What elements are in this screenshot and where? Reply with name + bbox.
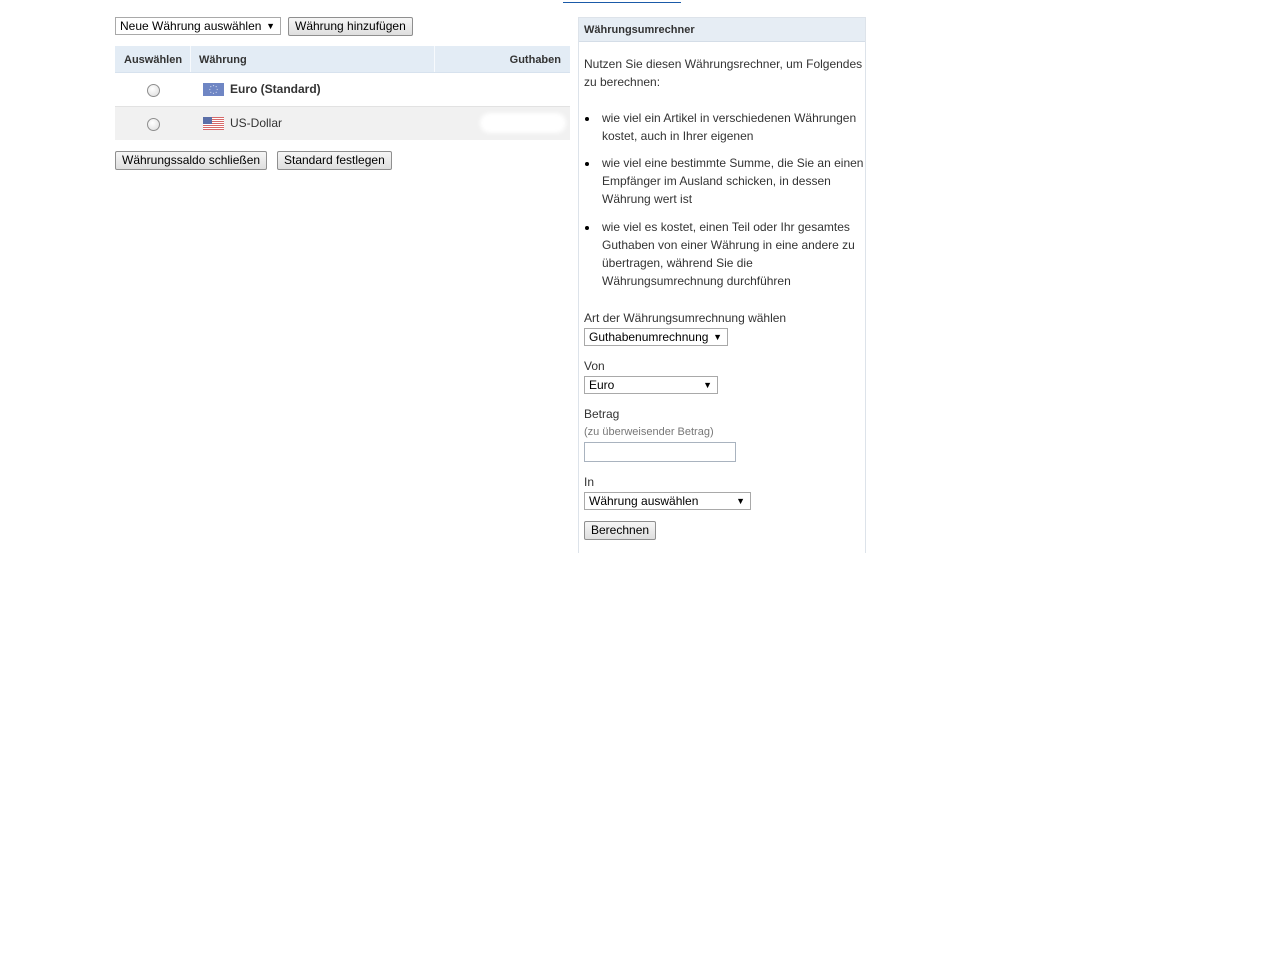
amount-hint: (zu überweisender Betrag)	[584, 426, 714, 438]
chevron-down-icon: ▼	[703, 380, 712, 390]
to-label: In	[584, 475, 595, 489]
header-currency: Währung	[199, 54, 247, 66]
header-divider	[190, 46, 191, 72]
top-link-underline[interactable]	[563, 0, 681, 3]
table-row[interactable]: US-Dollar	[115, 106, 570, 140]
from-label: Von	[584, 359, 605, 373]
add-currency-button[interactable]: Währung hinzufügen	[288, 17, 413, 36]
eu-flag-icon	[203, 83, 224, 96]
select-radio[interactable]	[147, 118, 160, 131]
chevron-down-icon: ▼	[736, 496, 745, 506]
currency-table: Auswählen Währung Guthaben Euro (Standar…	[115, 46, 570, 140]
amount-label: Betrag	[584, 407, 620, 421]
new-currency-select-value: Neue Währung auswählen	[120, 19, 262, 33]
converter-bullet: wie viel eine bestimmte Summe, die Sie a…	[602, 156, 864, 206]
calculate-button[interactable]: Berechnen	[584, 521, 657, 540]
table-header: Auswählen Währung Guthaben	[115, 46, 570, 73]
table-row[interactable]: Euro (Standard)	[115, 73, 570, 106]
converter-bullet: wie viel es kostet, einen Teil oder Ihr …	[602, 220, 855, 288]
chevron-down-icon: ▼	[266, 21, 275, 31]
new-currency-select[interactable]: Neue Währung auswählen ▼	[115, 17, 281, 35]
converter-intro: Nutzen Sie diesen Währungsrechner, um Fo…	[584, 57, 863, 89]
from-currency-value: Euro	[589, 378, 615, 392]
converter-title: Währungsumrechner	[579, 18, 865, 42]
header-divider	[434, 46, 435, 72]
redacted-balance	[480, 113, 566, 133]
conversion-type-label: Art der Währungsumrechnung wählen	[584, 311, 787, 325]
currency-name: Euro (Standard)	[230, 82, 321, 96]
currency-converter-panel: Währungsumrechner Nutzen Sie diesen Währ…	[578, 17, 866, 553]
bullet-dot	[585, 162, 589, 166]
conversion-type-select[interactable]: Guthabenumrechnung ▼	[584, 328, 728, 346]
amount-input[interactable]	[584, 442, 736, 462]
us-flag-icon	[203, 117, 224, 130]
select-radio[interactable]	[147, 84, 160, 97]
header-balance: Guthaben	[509, 54, 561, 66]
header-select: Auswählen	[124, 54, 183, 66]
bullet-dot	[585, 226, 589, 230]
to-currency-select[interactable]: Währung auswählen ▼	[584, 492, 751, 510]
set-default-button[interactable]: Standard festlegen	[277, 151, 392, 170]
to-currency-value: Währung auswählen	[589, 494, 699, 508]
converter-bullet: wie viel ein Artikel in verschiedenen Wä…	[602, 111, 857, 143]
chevron-down-icon: ▼	[713, 332, 722, 342]
bullet-dot	[585, 117, 589, 121]
from-currency-select[interactable]: Euro ▼	[584, 376, 718, 394]
close-balance-button[interactable]: Währungssaldo schließen	[115, 151, 268, 170]
conversion-type-value: Guthabenumrechnung	[589, 330, 709, 344]
currency-name: US-Dollar	[230, 116, 283, 130]
